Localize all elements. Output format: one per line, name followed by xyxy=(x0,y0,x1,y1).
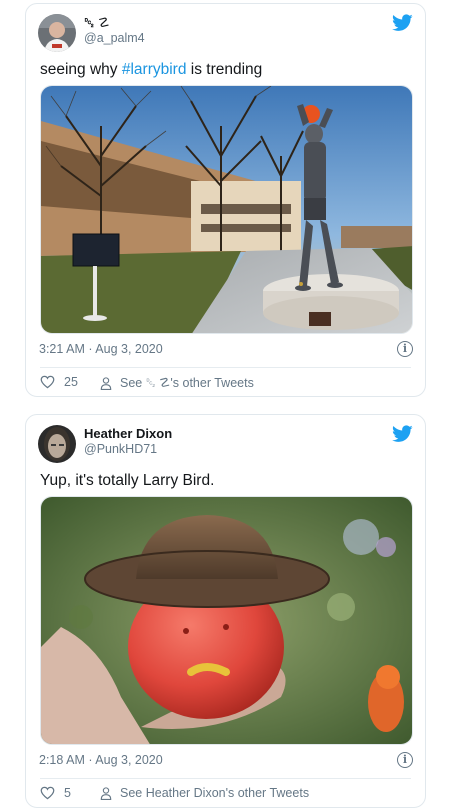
info-circle-icon[interactable]: i xyxy=(397,752,413,768)
person-icon xyxy=(100,786,112,800)
profile-link-label: See ␒ ☡'s other Tweets xyxy=(120,376,254,390)
tweet-image-statue[interactable] xyxy=(40,85,413,334)
profile-link[interactable]: See ␒ ☡'s other Tweets xyxy=(100,375,254,391)
like-button[interactable]: 5 xyxy=(40,786,71,800)
tweet-text: seeing why #larrybird is trending xyxy=(40,61,262,79)
avatar[interactable] xyxy=(38,14,76,52)
heart-outline-icon xyxy=(40,786,55,800)
tweet-image-tomato[interactable] xyxy=(40,496,413,745)
handle[interactable]: @PunkHD71 xyxy=(84,442,157,456)
divider xyxy=(40,367,411,368)
tweet-text-prefix: seeing why xyxy=(40,61,122,78)
like-count: 5 xyxy=(64,786,71,800)
tweet-text: Yup, it's totally Larry Bird. xyxy=(40,472,215,489)
tweet-timestamp[interactable]: 3:21 AM · Aug 3, 2020 xyxy=(39,342,163,356)
twitter-bird-icon[interactable] xyxy=(392,425,413,443)
like-button[interactable]: 25 xyxy=(40,375,78,389)
person-icon xyxy=(100,376,112,390)
twitter-bird-icon[interactable] xyxy=(392,14,413,32)
tweet-card[interactable]: ␒ ☡ @a_palm4 seeing why #larrybird is tr… xyxy=(25,3,426,397)
avatar[interactable] xyxy=(38,425,76,463)
info-circle-icon[interactable]: i xyxy=(397,341,413,357)
profile-link-label: See Heather Dixon's other Tweets xyxy=(120,786,310,800)
tweet-timestamp[interactable]: 2:18 AM · Aug 3, 2020 xyxy=(39,753,163,767)
heart-outline-icon xyxy=(40,375,55,389)
handle[interactable]: @a_palm4 xyxy=(84,31,145,45)
profile-link[interactable]: See Heather Dixon's other Tweets xyxy=(100,786,309,800)
hashtag-link[interactable]: #larrybird xyxy=(122,61,187,78)
divider xyxy=(40,778,411,779)
like-count: 25 xyxy=(64,375,78,389)
tweet-text-suffix: is trending xyxy=(186,61,263,78)
tweet-card[interactable]: Heather Dixon @PunkHD71 Yup, it's totall… xyxy=(25,414,426,808)
display-name[interactable]: ␒ ☡ xyxy=(84,15,110,31)
display-name[interactable]: Heather Dixon xyxy=(84,426,172,441)
